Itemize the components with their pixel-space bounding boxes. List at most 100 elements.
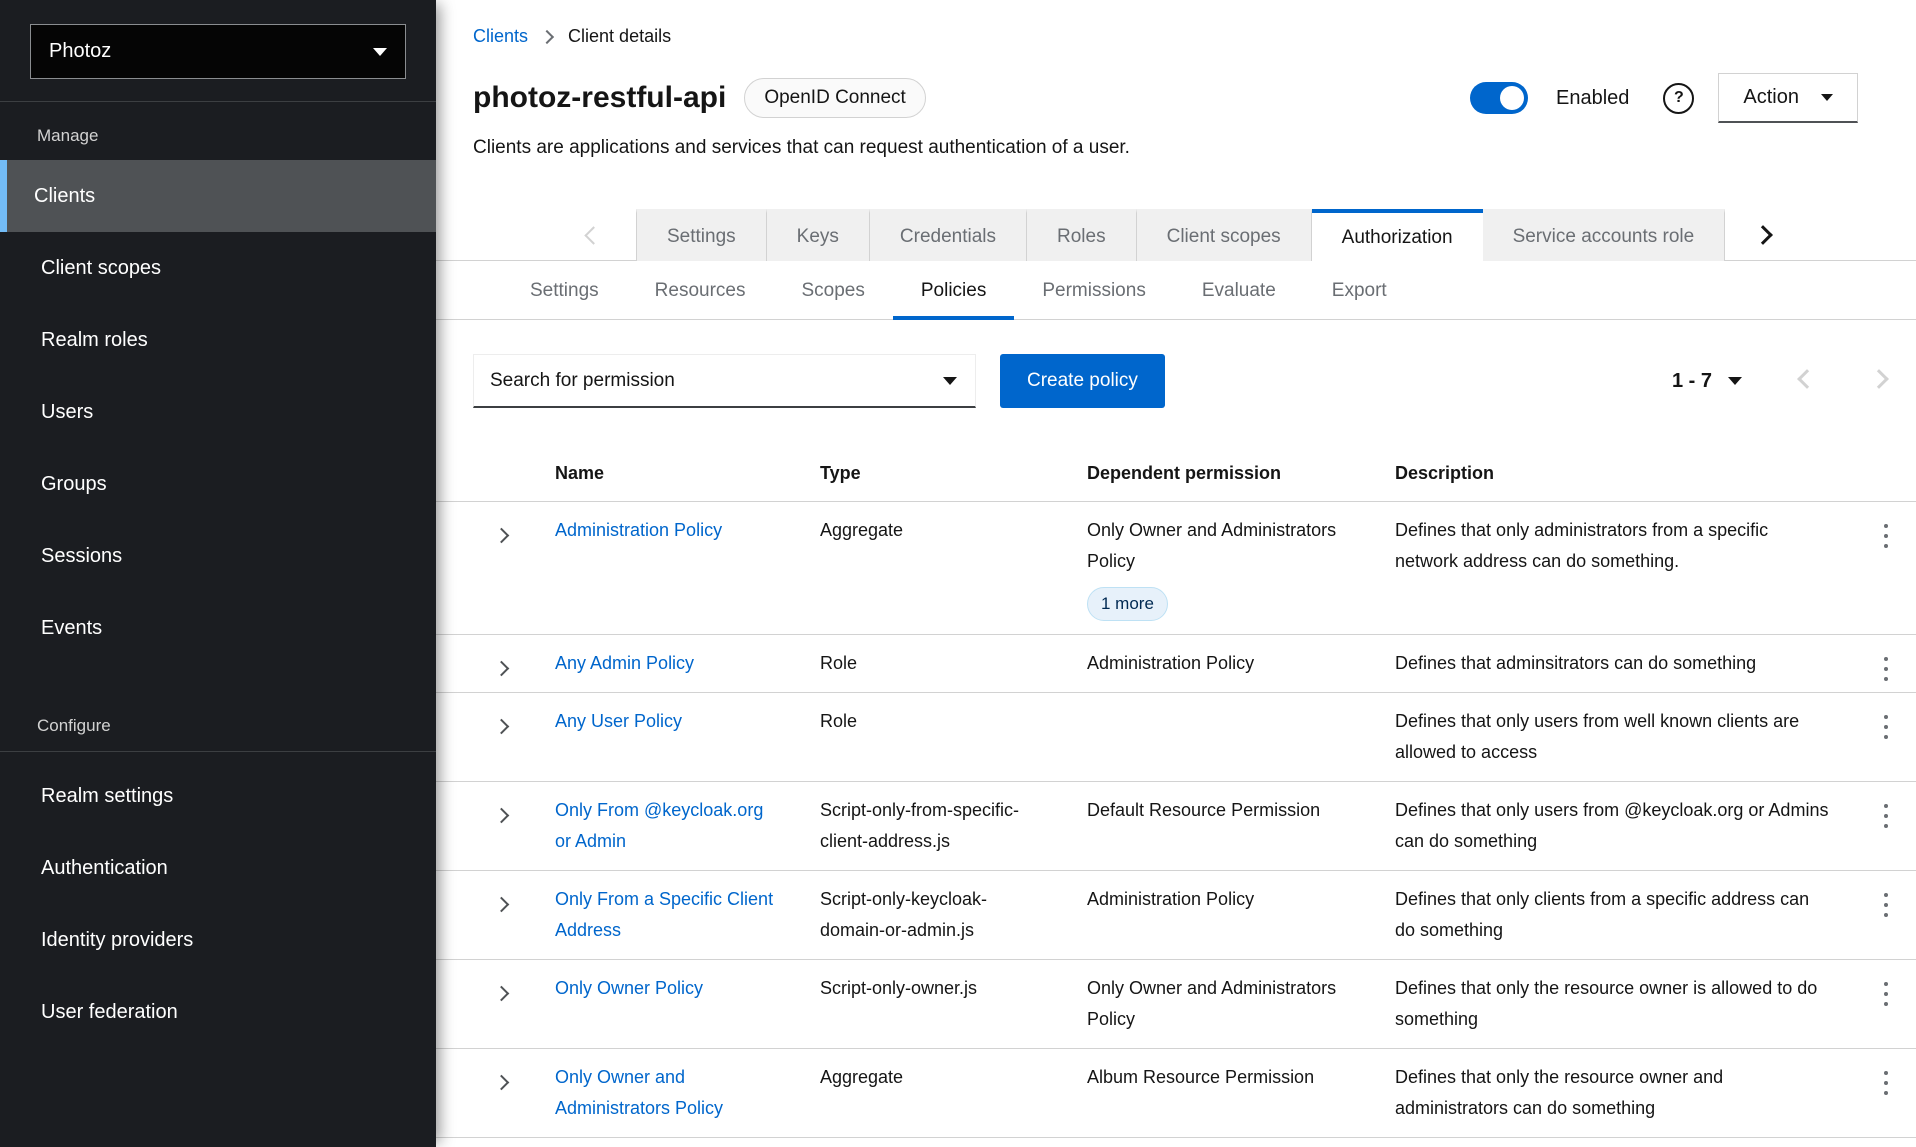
subtab-evaluate[interactable]: Evaluate	[1174, 261, 1304, 320]
tab-settings[interactable]: Settings	[636, 209, 767, 261]
kebab-menu-button[interactable]	[1874, 802, 1898, 830]
sidebar-item-realm-settings[interactable]: Realm settings	[0, 760, 436, 832]
kebab-menu-button[interactable]	[1874, 891, 1898, 919]
search-permission-select[interactable]: Search for permission	[473, 354, 976, 408]
sidebar-item-label: Users	[41, 401, 93, 424]
breadcrumb: Clients Client details	[473, 26, 1858, 47]
sidebar-item-label: Authentication	[41, 857, 168, 880]
policy-description: Defines that adminsitrators can do somet…	[1395, 635, 1855, 692]
policy-type: Aggregate	[820, 502, 1087, 634]
column-header-name: Name	[555, 446, 820, 501]
row-expander-button[interactable]	[492, 658, 511, 681]
policy-type: Aggregate	[820, 1049, 1087, 1137]
sidebar-item-label: Realm roles	[41, 329, 148, 352]
realm-selector[interactable]: Photoz	[30, 24, 406, 79]
search-select-value: Search for permission	[490, 370, 675, 392]
sidebar-item-label: Groups	[41, 473, 107, 496]
subtab-label: Export	[1332, 280, 1387, 301]
policy-name-link[interactable]: Any User Policy	[555, 711, 682, 731]
policy-type: Role	[820, 693, 1087, 781]
sidebar-item-users[interactable]: Users	[0, 376, 436, 448]
page-header: Clients Client details photoz-restful-ap…	[436, 0, 1916, 159]
create-policy-button[interactable]: Create policy	[1000, 354, 1165, 408]
table-row: Only Owner and Administrators Policy Agg…	[436, 1049, 1916, 1138]
subtab-label: Policies	[921, 280, 986, 301]
column-header-dependent: Dependent permission	[1087, 446, 1395, 501]
subtab-export[interactable]: Export	[1304, 261, 1415, 320]
tab-label: Authorization	[1342, 227, 1453, 249]
sidebar-item-realm-roles[interactable]: Realm roles	[0, 304, 436, 376]
realm-selector-area: Photoz	[0, 0, 436, 102]
breadcrumb-clients-link[interactable]: Clients	[473, 26, 528, 47]
sidebar-item-label: User federation	[41, 1001, 178, 1024]
policy-name-link[interactable]: Only Owner Policy	[555, 978, 703, 998]
subtab-permissions[interactable]: Permissions	[1014, 261, 1173, 320]
dependent-permission-text: Default Resource Permission	[1087, 795, 1337, 826]
caret-down-icon	[943, 377, 957, 385]
policy-name-link[interactable]: Any Admin Policy	[555, 653, 694, 673]
policy-name-link[interactable]: Administration Policy	[555, 520, 722, 540]
chevron-right-icon	[494, 528, 510, 544]
tab-roles[interactable]: Roles	[1027, 209, 1137, 261]
header-actions-spacer	[1855, 446, 1916, 501]
sidebar-item-label: Events	[41, 617, 102, 640]
policy-type: Script-only-keycloak-domain-or-admin.js	[820, 871, 1087, 959]
row-expander-button[interactable]	[492, 525, 511, 548]
row-expander-button[interactable]	[492, 1072, 511, 1095]
enabled-toggle[interactable]	[1470, 82, 1528, 114]
kebab-menu-button[interactable]	[1874, 522, 1898, 550]
sidebar-item-events[interactable]: Events	[0, 592, 436, 664]
policy-name-link[interactable]: Only From a Specific Client Address	[555, 889, 773, 940]
tab-credentials[interactable]: Credentials	[870, 209, 1027, 261]
page-title: photoz-restful-api	[473, 81, 726, 115]
tab-service-accounts-roles[interactable]: Service accounts role	[1483, 209, 1726, 261]
tab-label: Roles	[1057, 226, 1106, 248]
pagination-prev-button[interactable]	[1800, 372, 1814, 391]
tab-keys[interactable]: Keys	[767, 209, 870, 261]
policy-type: Script-only-from-specific-client-address…	[820, 782, 1087, 870]
policy-description: Defines that only users from @keycloak.o…	[1395, 782, 1855, 870]
action-dropdown-button[interactable]: Action	[1718, 73, 1858, 123]
sidebar-item-user-federation[interactable]: User federation	[0, 976, 436, 1048]
kebab-menu-button[interactable]	[1874, 980, 1898, 1008]
subtab-settings[interactable]: Settings	[502, 261, 627, 320]
policy-dependent: Default Resource Permission	[1087, 782, 1395, 870]
sidebar-item-client-scopes[interactable]: Client scopes	[0, 232, 436, 304]
kebab-menu-button[interactable]	[1874, 1069, 1898, 1097]
kebab-menu-button[interactable]	[1874, 655, 1898, 683]
sidebar-item-groups[interactable]: Groups	[0, 448, 436, 520]
tabs-scroll-right-button[interactable]	[1725, 209, 1801, 261]
row-expander-button[interactable]	[492, 983, 511, 1006]
subtab-scopes[interactable]: Scopes	[773, 261, 892, 320]
subtab-policies[interactable]: Policies	[893, 261, 1014, 320]
policy-name-link[interactable]: Only From @keycloak.org or Admin	[555, 800, 763, 851]
protocol-badge: OpenID Connect	[744, 78, 926, 118]
sidebar-item-identity-providers[interactable]: Identity providers	[0, 904, 436, 976]
tab-client-scopes[interactable]: Client scopes	[1137, 209, 1312, 261]
row-expander-button[interactable]	[492, 894, 511, 917]
pagination-range: 1 - 7	[1672, 370, 1712, 393]
row-expander-button[interactable]	[492, 805, 511, 828]
help-icon[interactable]	[1663, 83, 1694, 114]
subtab-resources[interactable]: Resources	[627, 261, 774, 320]
breadcrumb-current: Client details	[568, 26, 671, 47]
subtab-label: Permissions	[1042, 280, 1145, 301]
sidebar-item-clients[interactable]: Clients	[0, 160, 436, 232]
caret-down-icon	[1821, 94, 1833, 101]
policy-dependent: Only Owner and Administrators Policy	[1087, 960, 1395, 1048]
sidebar-item-sessions[interactable]: Sessions	[0, 520, 436, 592]
enabled-label: Enabled	[1556, 87, 1629, 110]
kebab-menu-button[interactable]	[1874, 713, 1898, 741]
title-row: photoz-restful-api OpenID Connect Enable…	[473, 73, 1858, 123]
dependent-permission-text: Administration Policy	[1087, 648, 1337, 679]
sidebar-item-authentication[interactable]: Authentication	[0, 832, 436, 904]
row-expander-button[interactable]	[492, 716, 511, 739]
tab-authorization[interactable]: Authorization	[1312, 209, 1483, 262]
pagination-next-button[interactable]	[1872, 372, 1886, 391]
more-badge[interactable]: 1 more	[1087, 587, 1168, 621]
tab-label: Keys	[797, 226, 839, 248]
tabs-scroll-left-button[interactable]	[436, 209, 636, 261]
client-tabs: Settings Keys Credentials Roles Client s…	[436, 209, 1916, 261]
policy-name-link[interactable]: Only Owner and Administrators Policy	[555, 1067, 723, 1118]
pagination-options-caret-icon[interactable]	[1728, 377, 1742, 385]
